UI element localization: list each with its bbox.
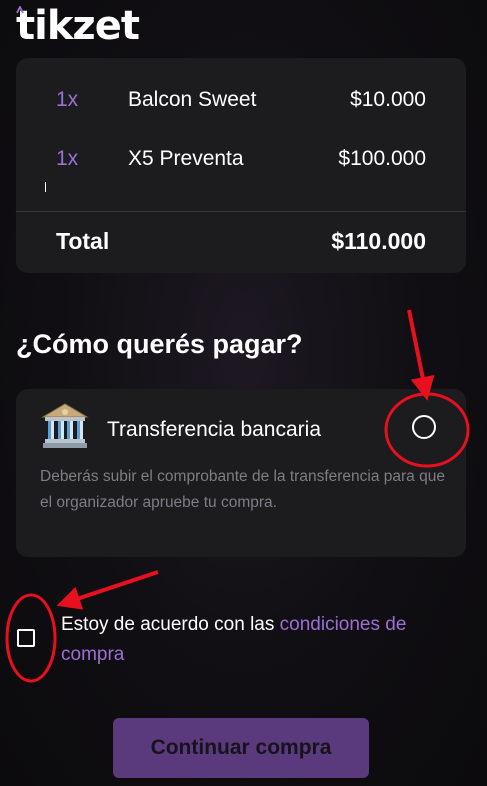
item-price: $100.000: [338, 147, 426, 170]
terms-checkbox[interactable]: [17, 629, 35, 647]
payment-section-title: ¿Cómo querés pagar?: [16, 329, 303, 359]
logo-text: tikzet: [16, 3, 140, 49]
total-label: Total: [56, 228, 110, 254]
logo-accent-icon: [16, 6, 24, 14]
annotation-arrow-radio: [407, 309, 435, 401]
annotation-arrow-checkbox: [56, 570, 159, 610]
continue-purchase-button[interactable]: Continuar compra: [113, 718, 369, 778]
payment-option-bank-transfer[interactable]: Transferencia bancaria Deberás subir el …: [16, 389, 466, 557]
payment-option-radio[interactable]: [412, 415, 436, 439]
payment-option-description: Deberás subir el comprobante de la trans…: [40, 468, 445, 511]
order-item: 1x X5 Preventa $100.000: [16, 144, 466, 174]
bank-icon: [41, 403, 89, 448]
total-value: $110.000: [331, 228, 426, 254]
item-quantity: 1x: [56, 147, 79, 170]
order-summary-card: 1x Balcon Sweet $10.000 1x X5 Preventa $…: [16, 58, 466, 273]
text-cursor: [45, 182, 46, 192]
order-item: 1x Balcon Sweet $10.000: [16, 85, 466, 115]
tikzet-logo: tikzet: [16, 2, 140, 50]
terms-text: Estoy de acuerdo con las condiciones de …: [61, 610, 466, 670]
item-name: Balcon Sweet: [128, 88, 257, 111]
item-name: X5 Preventa: [128, 147, 244, 170]
terms-label: Estoy de acuerdo con las: [61, 614, 280, 635]
item-price: $10.000: [350, 88, 426, 111]
order-total: Total $110.000: [16, 225, 466, 257]
item-quantity: 1x: [56, 88, 79, 111]
payment-option-label: Transferencia bancaria: [107, 418, 321, 441]
order-divider: [16, 211, 466, 212]
